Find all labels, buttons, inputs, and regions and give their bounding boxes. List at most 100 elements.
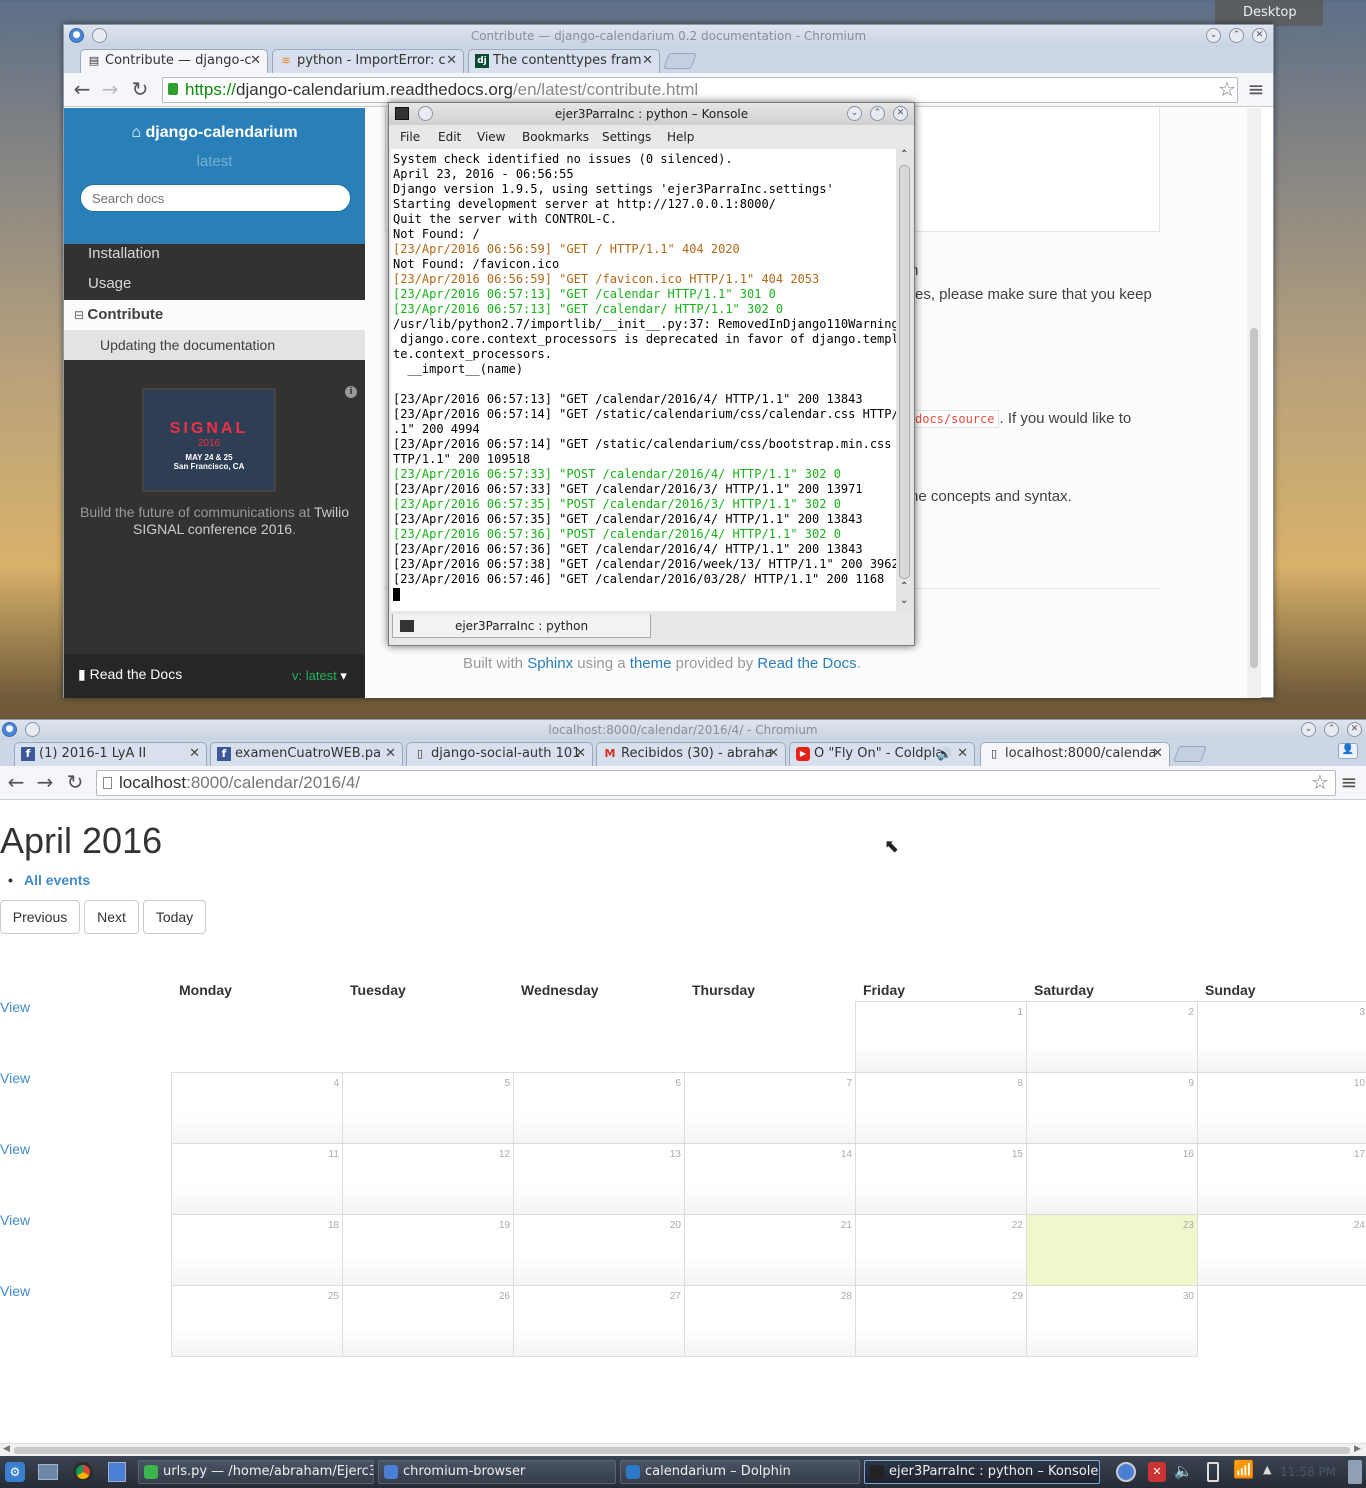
close-tab-icon[interactable]: ✕ [642, 50, 653, 72]
calendar-day-cell[interactable]: 24 [1197, 1214, 1366, 1286]
minimize-button[interactable]: ⌄ [1301, 722, 1316, 737]
profile-icon[interactable]: 👤 [1338, 743, 1358, 759]
tab-social-auth[interactable]: ▯ django-social-auth 101 ✕ [406, 742, 593, 766]
tab-youtube[interactable]: ▶ O "Fly On" - Coldpla 🔊 ✕ [789, 742, 975, 766]
sphinx-link[interactable]: Sphinx [527, 655, 573, 672]
theme-link[interactable]: theme [630, 655, 672, 672]
calendar-day-cell[interactable]: 23 [1026, 1214, 1198, 1286]
chromium-tray-icon[interactable] [1116, 1462, 1136, 1482]
terminal-output[interactable]: System check identified no issues (0 sil… [391, 149, 896, 611]
wifi-icon[interactable]: 📶 [1233, 1460, 1254, 1480]
clock[interactable]: 11:58 PM [1280, 1465, 1336, 1479]
week-view-link[interactable]: View [0, 1283, 30, 1299]
sidebar-item-usage[interactable]: Usage [64, 269, 365, 299]
calendar-day-cell[interactable]: 9 [1026, 1072, 1198, 1144]
calendar-day-cell[interactable]: 8 [855, 1072, 1027, 1144]
tab-contenttypes[interactable]: dj The contenttypes fram ✕ [468, 49, 660, 73]
tab-importerror[interactable]: ≋ python - ImportError: c ✕ [272, 49, 464, 73]
info-icon[interactable]: i [345, 386, 357, 398]
forward-icon[interactable]: → [98, 78, 122, 102]
sticky-button[interactable] [418, 106, 433, 121]
all-events-link[interactable]: • All events [8, 872, 90, 888]
maximize-button[interactable]: ⌃ [870, 106, 885, 121]
rtd-footer[interactable]: ▮ Read the Docs v: latest ▾ [64, 654, 365, 698]
new-tab-button[interactable] [1173, 746, 1207, 762]
konsole-session-tab[interactable]: ejer3ParraInc : python [392, 614, 651, 638]
menu-settings[interactable]: Settings [602, 125, 651, 149]
tray-expand-icon[interactable]: ▲ [1263, 1463, 1271, 1476]
sticky-button[interactable] [92, 28, 107, 43]
calendar-day-cell[interactable]: 2 [1026, 1001, 1198, 1073]
next-button[interactable]: Next [84, 900, 139, 934]
week-view-link[interactable]: View [0, 1141, 30, 1157]
scroll-up-icon[interactable]: ⌃ [900, 581, 908, 592]
calendar-day-cell[interactable]: 21 [684, 1214, 856, 1286]
close-tab-icon[interactable]: ✕ [189, 743, 200, 765]
scrollbar-thumb[interactable] [899, 165, 910, 579]
calendar-day-cell[interactable]: 26 [342, 1285, 514, 1357]
activities-icon[interactable] [1348, 1460, 1362, 1484]
week-view-link[interactable]: View [0, 1212, 30, 1228]
sidebar-item-installation[interactable]: Installation [64, 239, 365, 269]
shield-icon[interactable]: ✕ [1148, 1462, 1166, 1482]
calendar-day-cell[interactable]: 15 [855, 1143, 1027, 1215]
week-view-link[interactable]: View [0, 999, 30, 1015]
menu-view[interactable]: View [477, 125, 505, 149]
calendar-day-cell[interactable]: 28 [684, 1285, 856, 1357]
taskbar-task[interactable]: chromium-browser [378, 1460, 616, 1484]
calendar-day-cell[interactable]: 25 [171, 1285, 343, 1357]
calendar-day-cell[interactable]: 14 [684, 1143, 856, 1215]
maximize-button[interactable]: ⌃ [1229, 28, 1244, 43]
reload-icon[interactable]: ↻ [63, 771, 87, 795]
scrollbar-thumb[interactable] [1250, 328, 1258, 668]
calendar-day-cell[interactable]: 5 [342, 1072, 514, 1144]
close-button[interactable]: ✕ [1347, 722, 1362, 737]
taskbar-task[interactable]: ejer3ParraInc : python – Konsole [864, 1460, 1100, 1484]
close-tab-icon[interactable]: ✕ [250, 50, 261, 72]
new-tab-button[interactable] [663, 53, 697, 69]
chrome-launcher-icon[interactable] [73, 1462, 93, 1482]
rtd-link[interactable]: Read the Docs [757, 655, 856, 672]
calendar-day-cell[interactable]: 12 [342, 1143, 514, 1215]
close-tab-icon[interactable]: ✕ [1152, 743, 1163, 765]
scroll-down-icon[interactable]: ⌄ [900, 595, 908, 606]
calendar-day-cell[interactable]: 4 [171, 1072, 343, 1144]
close-tab-icon[interactable]: ✕ [446, 50, 457, 72]
menu-help[interactable]: Help [667, 125, 694, 149]
menu-file[interactable]: File [400, 125, 420, 149]
scroll-left-icon[interactable]: ◀ [3, 1444, 10, 1454]
calendar-day-cell[interactable]: 29 [855, 1285, 1027, 1357]
show-desktop-icon[interactable] [38, 1464, 58, 1480]
window-titlebar[interactable]: ● Contribute — django-calendarium 0.2 do… [64, 25, 1273, 47]
menu-icon[interactable]: ≡ [1244, 78, 1268, 102]
scroll-up-icon[interactable]: ⌃ [900, 149, 908, 160]
calendar-day-cell[interactable]: 30 [1026, 1285, 1198, 1357]
close-button[interactable]: ✕ [893, 106, 908, 121]
calendar-day-cell[interactable]: 11 [171, 1143, 343, 1215]
taskbar-task[interactable]: calendarium – Dolphin [620, 1460, 860, 1484]
calendar-day-cell[interactable]: 3 [1197, 1001, 1366, 1073]
tab-calendar[interactable]: ▯ localhost:8000/calenda ✕ [980, 742, 1170, 766]
calendar-day-cell[interactable]: 22 [855, 1214, 1027, 1286]
scrollbar[interactable] [1247, 108, 1261, 698]
terminal-scrollbar[interactable]: ⌃ ⌃ ⌄ [896, 149, 914, 611]
taskbar-task[interactable]: urls.py — /home/abraham/Ejerc3/eje [138, 1460, 374, 1484]
reload-icon[interactable]: ↻ [128, 78, 152, 102]
signal-ad-banner[interactable]: SIGNAL 2016 MAY 24 & 25 San Francisco, C… [142, 388, 276, 492]
calendar-day-cell[interactable]: 10 [1197, 1072, 1366, 1144]
menu-edit[interactable]: Edit [438, 125, 461, 149]
calendar-day-cell[interactable]: 1 [855, 1001, 1027, 1073]
close-tab-icon[interactable]: ✕ [957, 743, 968, 765]
bookmark-star-icon[interactable]: ☆ [1215, 78, 1239, 102]
week-view-link[interactable]: View [0, 1070, 30, 1086]
back-icon[interactable]: ← [70, 78, 94, 102]
today-button[interactable]: Today [143, 900, 206, 934]
sticky-button[interactable] [25, 722, 40, 737]
file-manager-icon[interactable] [108, 1462, 126, 1482]
close-tab-icon[interactable]: ✕ [768, 743, 779, 765]
address-bar[interactable]: localhost:8000/calendar/2016/4/ [96, 770, 1336, 796]
sidebar-subitem-updating-docs[interactable]: Updating the documentation [64, 330, 365, 360]
calendar-day-cell[interactable]: 13 [513, 1143, 685, 1215]
close-button[interactable]: ✕ [1252, 28, 1267, 43]
battery-icon[interactable] [1207, 1462, 1219, 1482]
